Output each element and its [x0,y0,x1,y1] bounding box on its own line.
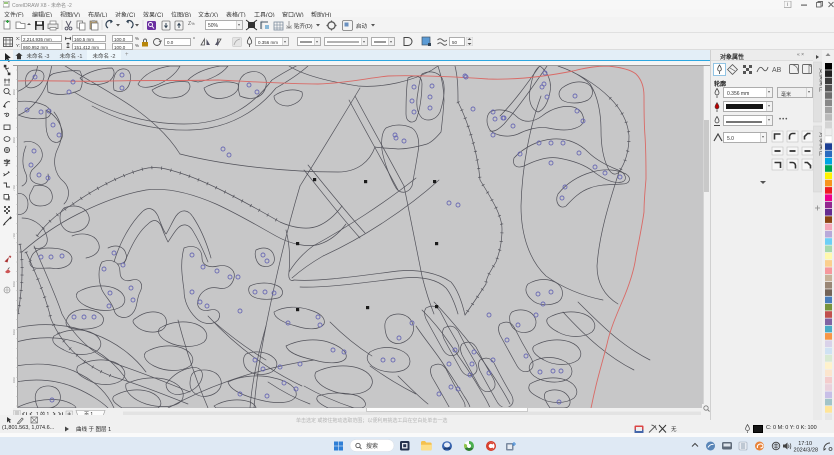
svg-text:600: 600 [13,329,16,335]
svg-text:750: 750 [13,185,16,191]
svg-text:650: 650 [13,281,16,287]
svg-text:17:10: 17:10 [798,441,812,447]
svg-text:字: 字 [4,158,11,167]
svg-text:Z%: Z% [188,21,195,27]
svg-text:800: 800 [13,137,16,143]
svg-text:550: 550 [13,377,16,383]
svg-text:850: 850 [13,89,16,95]
svg-text:2024/3/28: 2024/3/28 [794,448,818,454]
svg-text:700: 700 [13,233,16,239]
svg-text:AB: AB [772,67,782,74]
svg-text:搜索: 搜索 [366,442,378,450]
svg-text:i: i [787,2,788,8]
